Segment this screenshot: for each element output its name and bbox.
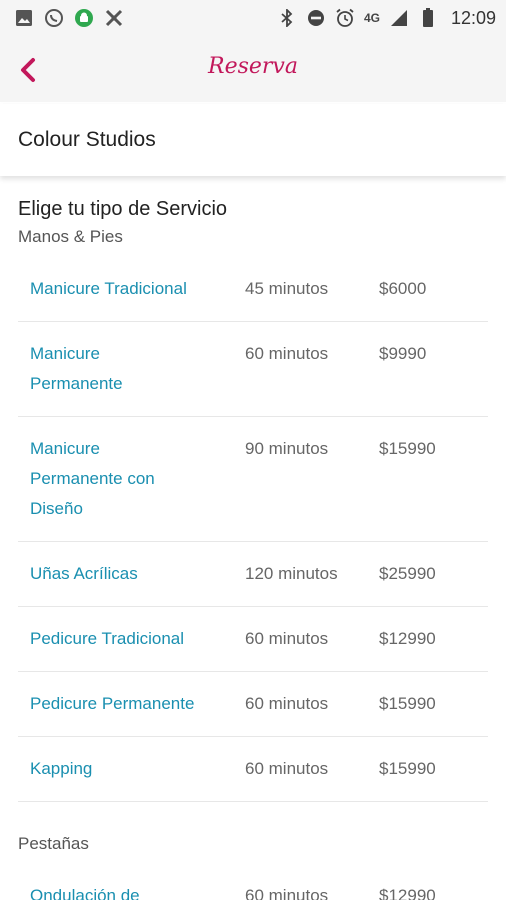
- service-price: $6000: [379, 279, 427, 298]
- service-duration: 60 minutos: [245, 344, 329, 363]
- service-duration: 90 minutos: [245, 439, 329, 458]
- studio-name: Colour Studios: [18, 128, 156, 151]
- service-price: $15990: [379, 694, 436, 713]
- service-price: $12990: [379, 886, 436, 900]
- service-name[interactable]: Pedicure Tradicional: [30, 624, 245, 654]
- service-row[interactable]: Pedicure Tradicional 60 minutos $12990: [18, 607, 488, 672]
- gallery-icon: [14, 8, 34, 28]
- category-title: Pestañas: [18, 834, 89, 853]
- signal-icon: [389, 8, 409, 28]
- service-duration: 60 minutos: [245, 694, 329, 713]
- service-row[interactable]: Kapping 60 minutos $15990: [18, 737, 488, 802]
- category-title: Manos & Pies: [18, 227, 123, 246]
- status-bar: 4G 12:09: [0, 0, 506, 36]
- service-name[interactable]: Uñas Acrílicas: [30, 559, 245, 589]
- alarm-icon: [335, 8, 355, 28]
- service-row[interactable]: Manicure Permanente con Diseño 90 minuto…: [18, 417, 488, 542]
- service-duration: 60 minutos: [245, 886, 329, 900]
- service-row[interactable]: Pedicure Permanente 60 minutos $15990: [18, 672, 488, 737]
- network-type: 4G: [363, 11, 380, 25]
- service-price: $25990: [379, 564, 436, 583]
- service-price: $12990: [379, 629, 436, 648]
- service-price: $15990: [379, 439, 436, 458]
- service-name[interactable]: Kapping: [30, 754, 245, 784]
- service-name[interactable]: Manicure Permanente con Diseño: [30, 434, 235, 524]
- service-name[interactable]: Manicure Tradicional: [30, 274, 245, 304]
- service-duration: 60 minutos: [245, 759, 329, 778]
- service-row[interactable]: Manicure Permanente 60 minutos $9990: [18, 322, 488, 417]
- status-left-icons: [14, 8, 124, 28]
- app-bar: Reserva: [0, 36, 506, 102]
- service-duration: 120 minutos: [245, 564, 338, 583]
- service-row[interactable]: Ondulación de 60 minutos $12990: [18, 864, 488, 900]
- service-name[interactable]: Ondulación de: [30, 881, 245, 900]
- studio-header: Colour Studios: [0, 104, 506, 176]
- service-duration: 45 minutos: [245, 279, 329, 298]
- android-icon: [74, 8, 94, 28]
- page-title: Reserva: [208, 54, 298, 79]
- section-title: Elige tu tipo de Servicio: [18, 198, 228, 220]
- bluetooth-icon: [277, 8, 297, 28]
- service-price: $9990: [379, 344, 427, 363]
- service-price: $15990: [379, 759, 436, 778]
- do-not-disturb-icon: [306, 8, 326, 28]
- service-row[interactable]: Uñas Acrílicas 120 minutos $25990: [18, 542, 488, 607]
- app-icon: [104, 8, 124, 28]
- status-right-icons: 4G 12:09: [277, 8, 496, 29]
- whatsapp-icon: [44, 8, 64, 28]
- service-row[interactable]: Manicure Tradicional 45 minutos $6000: [18, 257, 488, 322]
- services-content: Elige tu tipo de Servicio Manos & Pies M…: [0, 176, 506, 900]
- service-name[interactable]: Manicure Permanente: [30, 339, 235, 399]
- battery-icon: [418, 8, 438, 28]
- service-list: Ondulación de 60 minutos $12990: [18, 864, 488, 900]
- service-duration: 60 minutos: [245, 629, 329, 648]
- status-time: 12:09: [450, 7, 496, 28]
- service-name[interactable]: Pedicure Permanente: [30, 689, 245, 719]
- service-list: Manicure Tradicional 45 minutos $6000 Ma…: [18, 257, 488, 802]
